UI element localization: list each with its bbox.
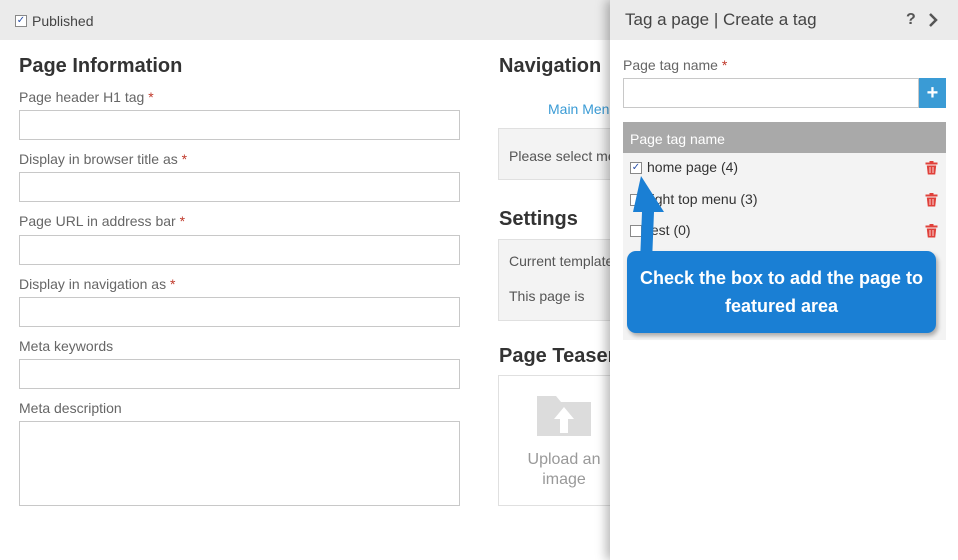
- callout-arrow-icon: [633, 176, 664, 262]
